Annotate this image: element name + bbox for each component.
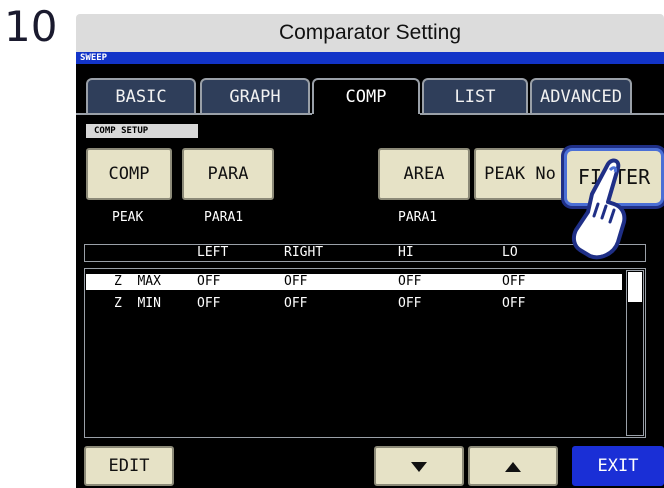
edit-button[interactable]: EDIT (84, 446, 174, 486)
peak-no-button[interactable]: PEAK No (474, 148, 566, 200)
row-hi: OFF (398, 296, 422, 311)
column-header-lo: LO (502, 245, 518, 260)
scroll-up-button[interactable] (468, 446, 558, 486)
exit-button[interactable]: EXIT (572, 446, 664, 486)
scroll-down-button[interactable] (374, 446, 464, 486)
row-hi: OFF (398, 274, 422, 289)
window-title: Comparator Setting (278, 21, 462, 44)
row-right: OFF (284, 296, 308, 311)
para-button[interactable]: PARA (182, 148, 274, 200)
column-header-left: LEFT (197, 245, 229, 260)
status-label: SWEEP (80, 53, 108, 63)
area-button[interactable]: AREA (378, 148, 470, 200)
tab-underline-right (420, 113, 664, 115)
comparator-list (84, 268, 646, 438)
scrollbar-thumb[interactable] (628, 272, 642, 302)
row-name[interactable]: Z MIN (114, 296, 161, 312)
row-lo: OFF (502, 296, 526, 311)
row-name: Z MAX (114, 274, 161, 289)
comp-value: PEAK (112, 210, 144, 225)
para-value: PARA1 (204, 210, 244, 225)
pointing-hand-icon (571, 158, 627, 260)
column-header-right: RIGHT (284, 245, 324, 260)
tab-comp[interactable]: COMP (312, 78, 420, 114)
tab-list[interactable]: LIST (422, 78, 528, 114)
up-arrow-icon (505, 462, 521, 472)
row-right: OFF (284, 274, 308, 289)
table-header (84, 244, 646, 262)
comp-button[interactable]: COMP (86, 148, 172, 200)
row-lo: OFF (502, 274, 526, 289)
status-bar (76, 52, 664, 64)
column-header-hi: HI (398, 245, 414, 260)
row-left: OFF (197, 296, 221, 311)
row-left: OFF (197, 274, 221, 289)
area-value: PARA1 (398, 210, 438, 225)
section-label: COMP SETUP (94, 126, 149, 136)
down-arrow-icon (411, 462, 427, 472)
tab-graph[interactable]: GRAPH (200, 78, 310, 114)
table-row-selected[interactable] (86, 274, 622, 290)
step-number: 10 (4, 2, 58, 51)
tab-basic[interactable]: BASIC (86, 78, 196, 114)
tab-underline-left (76, 113, 312, 115)
tab-advanced[interactable]: ADVANCED (530, 78, 632, 114)
